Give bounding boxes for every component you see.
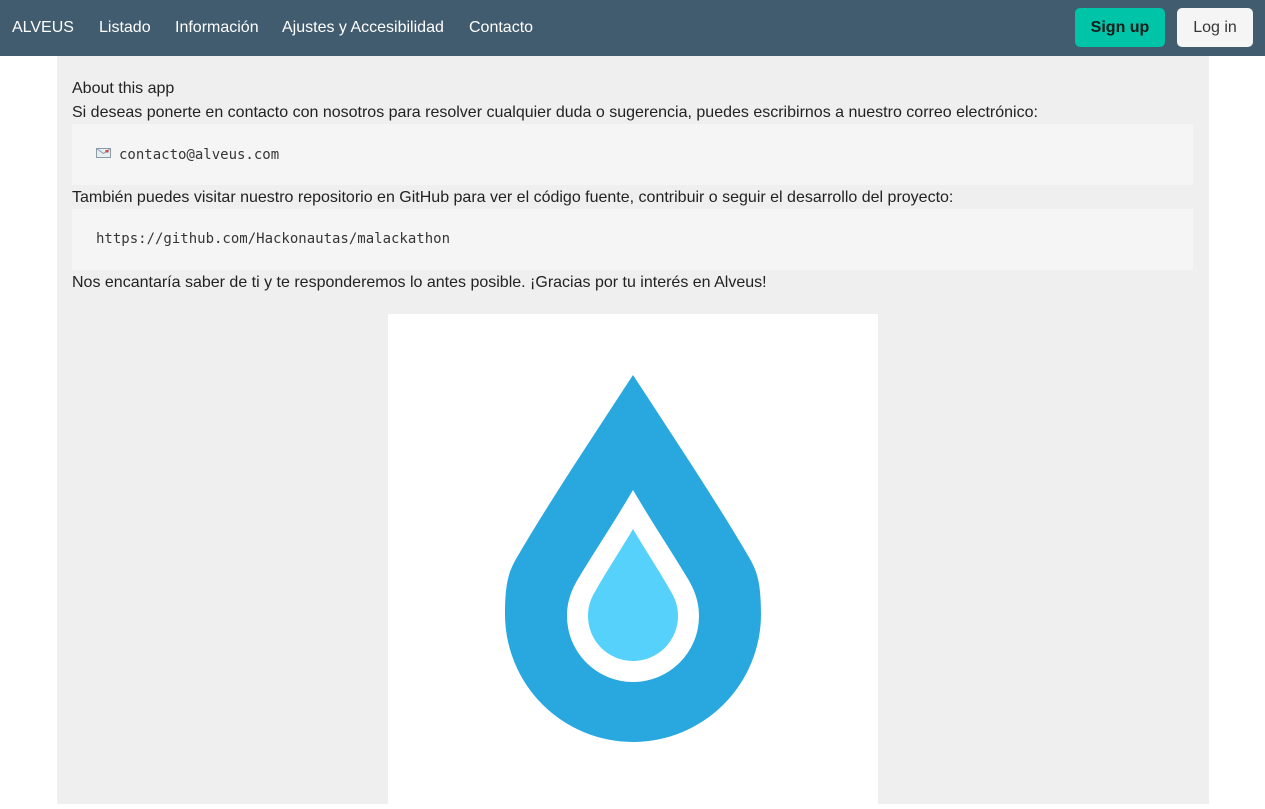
logo-image [388,314,878,804]
contact-intro: Si deseas ponerte en contacto con nosotr… [72,104,1038,121]
closing-text: Nos encantaría saber de ti y te responde… [72,274,767,291]
page-heading: About this app [72,80,175,97]
login-button[interactable]: Log in [1177,8,1253,47]
github-intro: También puedes visitar nuestro repositor… [72,189,954,206]
nav-link-informacion[interactable]: Información [175,18,259,38]
navbar: ALVEUS Listado Información Ajustes y Acc… [0,0,1265,56]
email-code-block: contacto@alveus.com [72,124,1193,185]
nav-brand[interactable]: ALVEUS [12,18,74,38]
main-content: About this app Si deseas ponerte en cont… [57,56,1209,804]
email-address[interactable]: contacto@alveus.com [119,147,279,163]
github-code-block: https://github.com/Hackonautas/malackath… [72,209,1193,270]
signup-button[interactable]: Sign up [1075,8,1165,47]
water-drop-logo [505,375,761,742]
envelope-icon [96,124,111,158]
nav-link-listado[interactable]: Listado [99,18,151,38]
nav-link-contacto[interactable]: Contacto [469,18,533,38]
github-url[interactable]: https://github.com/Hackonautas/malackath… [96,231,450,247]
nav-link-ajustes[interactable]: Ajustes y Accesibilidad [282,18,444,38]
